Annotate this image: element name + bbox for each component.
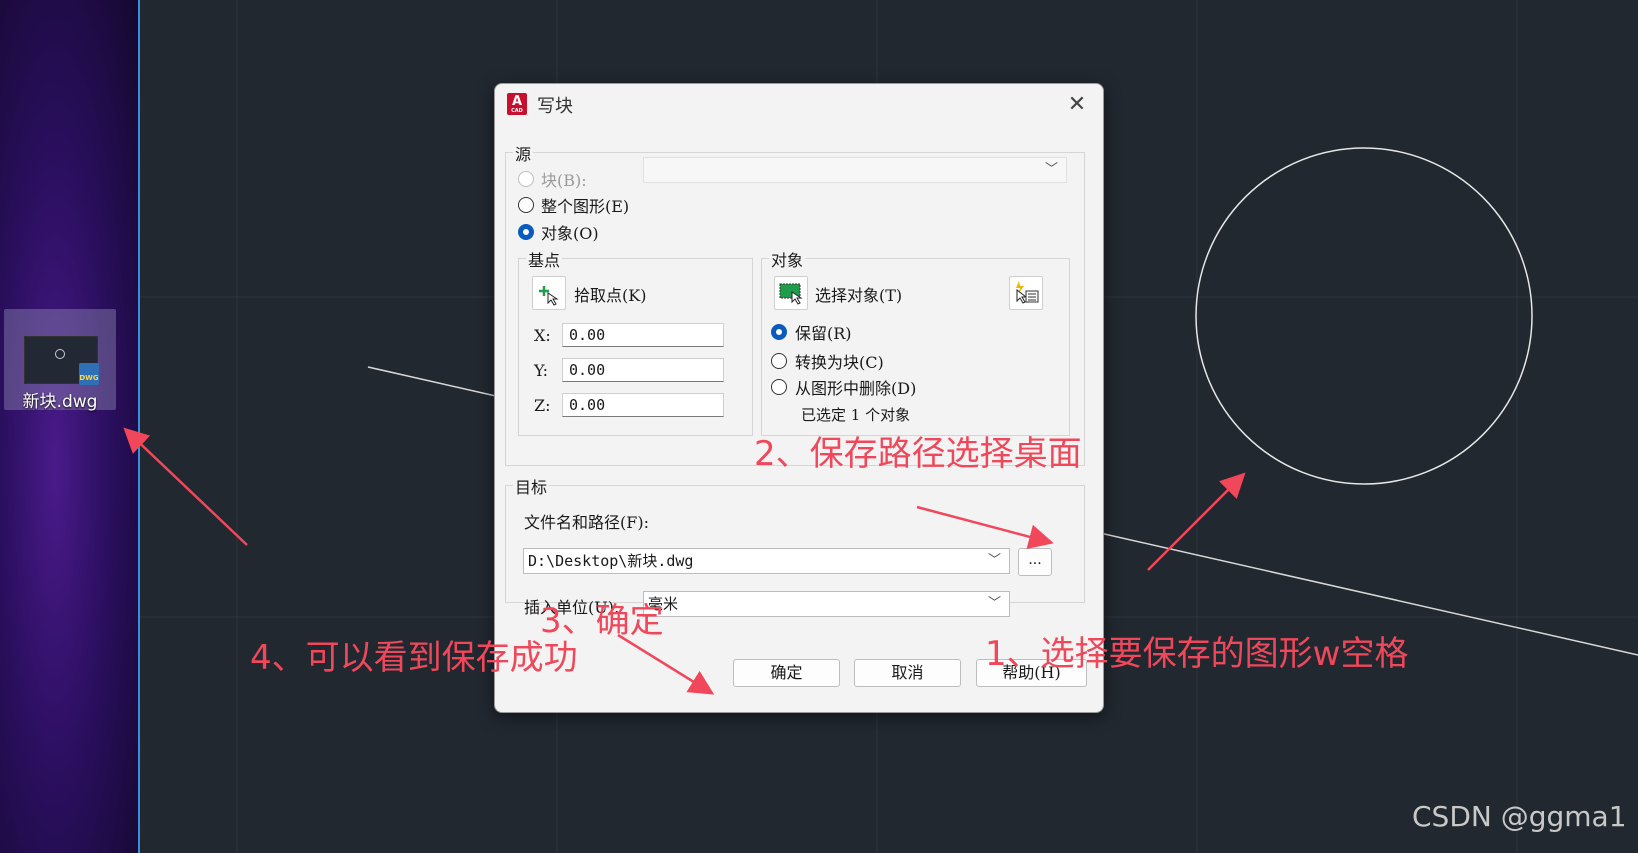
source-group-label: 源 [513,141,534,165]
annotation-step2: 2、保存路径选择桌面 [754,434,1082,474]
desktop-file-icon-new-block[interactable]: DWG 新块.dwg [4,309,116,412]
chevron-down-icon: ﹀ [987,596,1001,611]
chevron-down-icon: ﹀ [1044,162,1058,177]
cancel-button[interactable]: 取消 [854,659,961,687]
y-label: Y: [534,361,548,380]
quick-select-icon [1016,281,1039,304]
target-group-label: 目标 [513,474,550,498]
objects-group-label: 对象 [769,247,806,271]
pick-point-icon [539,286,559,306]
whole-drawing-label: 整个图形(E) [541,197,630,216]
z-coordinate-input[interactable]: 0.00 [562,393,724,417]
delete-from-drawing-radio[interactable] [771,379,787,395]
dialog-titlebar[interactable]: A CAD 写块 ✕ [495,84,1103,126]
autocad-app-icon: A CAD [507,93,527,115]
block-radio[interactable] [518,171,534,187]
select-objects-icon [779,283,803,305]
annotation-step4: 4、可以看到保存成功 [250,638,578,678]
app-icon-sub: CAD [511,108,523,114]
app-icon-letter: A [511,94,523,109]
retain-label: 保留(R) [795,324,852,343]
csdn-watermark: CSDN @ggma1 [1412,800,1627,833]
thumbnail-circle-icon [55,349,65,359]
file-path-combo[interactable]: D:\Desktop\新块.dwg ﹀ [523,548,1010,574]
selected-objects-status: 已选定 1 个对象 [801,406,911,424]
select-objects-button[interactable] [774,276,808,310]
pick-point-button[interactable] [532,276,566,310]
annotation-step1: 1、选择要保存的图形w空格 [985,634,1409,674]
select-objects-label: 选择对象(T) [815,286,903,305]
convert-to-block-radio[interactable] [771,353,787,369]
x-label: X: [534,326,551,345]
objects-radio-label: 对象(O) [541,224,599,243]
dwg-thumbnail: DWG [24,336,99,385]
cad-circle-object[interactable] [1195,147,1533,485]
retain-radio[interactable] [771,324,787,340]
chevron-down-icon: ﹀ [987,553,1001,568]
file-path-label: 文件名和路径(F): [524,513,649,532]
desktop-file-label: 新块.dwg [22,392,98,412]
ok-button[interactable]: 确定 [733,659,840,687]
block-radio-label: 块(B): [541,171,587,190]
z-label: Z: [534,396,551,415]
file-path-value: D:\Desktop\新块.dwg [528,552,694,570]
y-coordinate-input[interactable]: 0.00 [562,358,724,382]
basepoint-group-label: 基点 [526,247,563,271]
convert-to-block-label: 转换为块(C) [795,353,884,372]
block-name-combo: ﹀ [643,157,1067,183]
close-icon[interactable]: ✕ [1063,92,1091,118]
delete-from-drawing-label: 从图形中删除(D) [795,379,917,398]
browse-button[interactable]: ... [1018,548,1052,576]
insert-units-combo[interactable]: 毫米 ﹀ [643,591,1010,617]
target-group [505,485,1085,603]
quick-select-button[interactable] [1009,276,1043,310]
x-coordinate-input[interactable]: 0.00 [562,323,724,347]
dialog-title: 写块 [537,96,573,117]
desktop-background: DWG 新块.dwg [0,0,138,853]
whole-drawing-radio[interactable] [518,197,534,213]
pick-point-label: 拾取点(K) [574,286,647,305]
dwg-file-icon: DWG [79,363,99,385]
objects-radio[interactable] [518,224,534,240]
